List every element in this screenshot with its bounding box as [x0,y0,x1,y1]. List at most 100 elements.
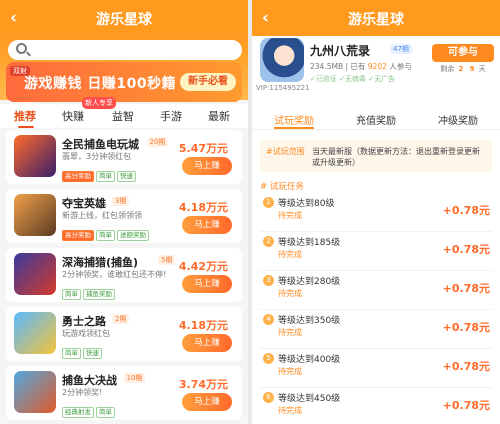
game-description: 新游上线，红包领领领 [62,211,142,220]
tab-trial-reward[interactable]: 试玩奖励 [274,112,314,127]
tab-puzzle[interactable]: 益智 [112,108,134,124]
task-amount: +0.78元 [442,360,490,373]
scope-label: #试玩范围 [266,147,305,156]
game-description: 2分钟领奖，谁敢红包还不停! [62,270,167,279]
task-amount: +0.78元 [442,399,490,412]
task-name: 等级达到185级 [278,238,341,248]
top-bar: ‹ 游乐星球 [0,0,248,36]
search-bar[interactable] [8,40,242,60]
earn-now-button[interactable]: 马上赚 [182,216,232,234]
game-card[interactable]: 夺宝英雄 3期 新游上线，红包领领领 高分奖励 简单 送额奖励 4.18万元 马上赚 [6,189,242,243]
task-number: 4 [263,314,274,325]
game-period-badge: 2期 [112,314,130,324]
task-name: 等级达到450级 [278,394,341,404]
task-status: 待完成 [278,406,302,415]
game-list-screen: ‹ 游乐星球 双射 游戏赚钱 日赚100秒籍 新手必看 推荐 快赚 益智 手游 … [0,0,248,424]
app-meta: 234.5MB | 已有 9202 人参与 [310,62,412,71]
participants-count: 9202 [367,62,387,71]
game-chip: 快速 [83,348,102,359]
newbie-guide-button[interactable]: 新手必看 [180,73,236,91]
task-amount: +0.78元 [442,282,490,295]
task-name: 等级达到400级 [278,355,341,365]
game-chip: 捕鱼奖励 [83,289,115,300]
game-card[interactable]: 勇士之路 2期 玩游戏领红包 简单 快速 4.18万元 马上赚 [6,307,242,361]
earn-now-button[interactable]: 马上赚 [182,393,232,411]
game-period-badge: 10期 [123,373,146,383]
newcomer-badge: 新人专享 [82,97,116,109]
game-list: 全民捕鱼电玩城 20期 翡翠，3分钟领红包 高分奖励 简单 快速 5.47万元 马上赚 夺宝英雄… [0,130,248,424]
task-row[interactable]: 1 等级达到80级 待完成 +0.78元 [260,194,492,232]
task-row[interactable]: 6 等级达到450级 待完成 +0.78元 [260,389,492,424]
game-card[interactable]: 全民捕鱼电玩城 20期翡翠，3分钟领红包 高分奖励 简单 快速 5.47万元马上赚 [6,130,242,184]
app-size: 234.5MB [310,62,344,71]
app-icon [260,38,304,82]
page-title: 游乐星球 [96,12,152,28]
earn-now-button[interactable]: 马上赚 [182,334,232,352]
task-name: 等级达到350级 [278,316,341,326]
game-name: 全民捕鱼电玩城 [62,138,139,151]
scope-text: 当天最新服（数据更新方法：退出重新登录更新或升级更新） [312,147,480,167]
participants-prefix: 已有 [350,62,366,71]
earn-now-button[interactable]: 马上赚 [182,157,232,175]
tab-level-reward[interactable]: 冲级奖励 [438,112,478,127]
tab-newest[interactable]: 最新 [208,108,230,124]
game-chip: 简单 [96,171,115,182]
game-name: 勇士之路 [62,315,106,328]
task-name: 等级达到280级 [278,277,341,287]
remaining-time: 剩余 2 9 天 [432,64,494,74]
top-bar: ‹ 游乐星球 [252,0,500,36]
game-chip: 高分奖励 [62,171,94,182]
task-amount: +0.78元 [442,243,490,256]
app-name: 九州八荒录 [310,44,371,58]
tab-recommend[interactable]: 推荐 [14,108,36,124]
tab-quick-earn[interactable]: 快赚 [62,108,84,124]
game-chip: 简单 [62,348,81,359]
earn-now-button[interactable]: 马上赚 [182,275,232,293]
task-status: 待完成 [278,211,302,220]
game-reward: 4.18万元 [178,201,228,214]
promo-banner[interactable]: 双射 游戏赚钱 日赚100秒籍 新手必看 [6,62,242,102]
game-reward: 5.47万元 [178,142,228,155]
task-status: 待完成 [278,367,302,376]
game-card[interactable]: 深海捕猎(捕鱼) 5期 2分钟领奖，谁敢红包还不停! 简单 捕鱼奖励 4.42万元 马上赚 [6,248,242,302]
banner-text: 游戏赚钱 日赚100秒籍 [24,76,177,92]
remain-label: 剩余 [440,65,455,73]
game-chip: 简单 [62,289,81,300]
game-description: 翡翠，3分钟领红包 [62,152,132,161]
active-tab-indicator [18,126,34,128]
game-period-badge: 5期 [158,255,176,265]
game-description: 2分钟领奖! [62,388,103,397]
task-status: 待完成 [278,250,302,259]
game-thumbnail [14,194,56,236]
task-number: 5 [263,353,274,364]
task-amount: +0.78元 [442,204,490,217]
tab-recharge-reward[interactable]: 充值奖励 [356,112,396,127]
task-name: 等级达到80级 [278,199,335,209]
game-card[interactable]: 捕鱼大决战 10期 2分钟领奖! 经典射发 简单 3.74万元 马上赚 [6,366,242,420]
participants-suffix: 人参与 [389,62,412,71]
vip-id: VIP:115495221 [256,84,310,92]
trial-scope: #试玩范围 当天最新服（数据更新方法：退出重新登录更新或升级更新） [260,140,492,172]
task-row[interactable]: 2 等级达到185级 待完成 +0.78元 [260,233,492,271]
game-chips: 简单 快速 [62,340,104,359]
game-reward: 3.74万元 [178,378,228,391]
game-chips: 高分奖励 简单 送额奖励 [62,222,151,241]
game-period-badge: 20期 [146,137,169,147]
task-number: 2 [263,236,274,247]
task-row[interactable]: 5 等级达到400级 待完成 +0.78元 [260,350,492,388]
game-chip: 送额奖励 [117,230,149,241]
participate-button[interactable]: 可参与 [432,44,494,62]
task-row[interactable]: 3 等级达到280级 待完成 +0.78元 [260,272,492,310]
game-thumbnail [14,135,56,177]
tab-mobile-games[interactable]: 手游 [160,108,182,124]
category-tabs: 推荐 快赚 益智 手游 最新 [0,104,248,128]
task-status: 待完成 [278,289,302,298]
task-row[interactable]: 4 等级达到350级 待完成 +0.78元 [260,311,492,349]
game-thumbnail [14,312,56,354]
game-chip: 快速 [117,171,136,182]
remain-days: 2 [458,65,464,73]
task-number: 6 [263,392,274,403]
section-title: # 试玩任务 [260,182,304,192]
game-reward: 4.42万元 [178,260,228,273]
game-reward: 4.18万元 [178,319,228,332]
